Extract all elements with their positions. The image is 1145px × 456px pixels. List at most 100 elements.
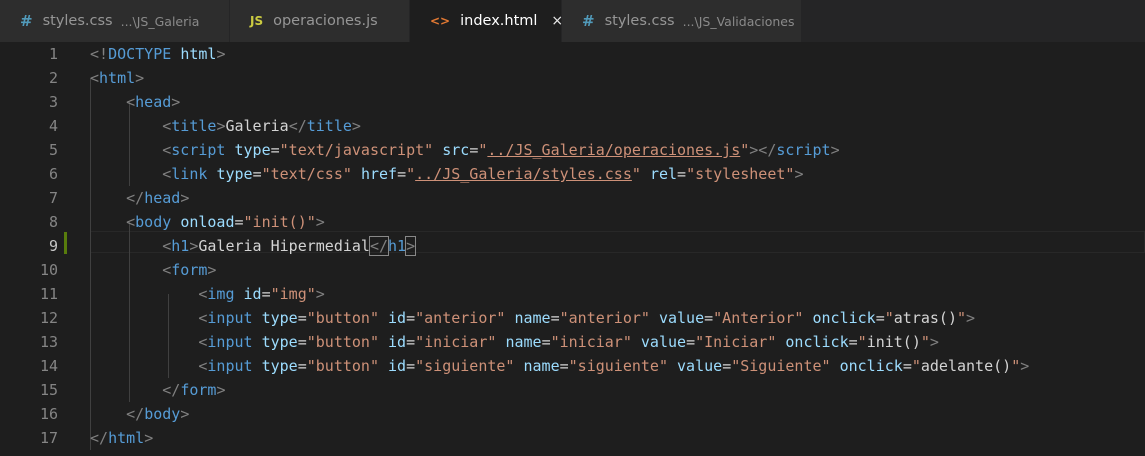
tab-styles-css[interactable]: # styles.css ...\JS_Galeria: [0, 0, 230, 42]
code-token: >: [315, 213, 325, 231]
code-text: <title>Galeria</title>: [90, 114, 361, 138]
code-text: <script type="text/javascript" src="../J…: [90, 138, 839, 162]
code-token: =: [686, 333, 696, 351]
code-token: </: [90, 429, 109, 447]
code-token: href: [360, 165, 398, 183]
code-token: >: [144, 429, 154, 447]
line-number: 4: [48, 117, 58, 135]
code-token: =: [902, 357, 912, 375]
tab-description: ...\JS_Validaciones: [682, 13, 795, 29]
code-token: "Anterior": [713, 309, 804, 327]
editor-tab-bar: # styles.css ...\JS_Galeria JS operaciones.j…: [0, 0, 1145, 42]
code-token: >: [351, 117, 361, 135]
code-token: =: [270, 141, 280, 159]
code-line[interactable]: 1 <!DOCTYPE html>: [0, 42, 1145, 66]
code-token: head: [135, 93, 172, 111]
code-token: type: [234, 141, 271, 159]
code-token: init(): [866, 333, 921, 351]
code-token: =: [234, 213, 244, 231]
code-token: =: [406, 309, 416, 327]
code-token: onload: [180, 213, 235, 231]
code-line[interactable]: 4 <title>Galeria</title>: [0, 114, 1145, 138]
code-token: type: [261, 357, 298, 375]
line-number: 13: [39, 333, 58, 351]
code-token: =: [541, 333, 551, 351]
code-token: Galeria: [225, 117, 289, 135]
code-token: >: [207, 261, 217, 279]
code-line[interactable]: 11 <img id="img">: [0, 282, 1145, 306]
line-number: 9: [48, 237, 58, 255]
code-token: ../JS_Galeria/styles.css: [415, 165, 632, 183]
code-token: >: [315, 285, 325, 303]
tab-index-html[interactable]: <> index.html ×: [410, 0, 563, 42]
code-token: onclick: [812, 309, 876, 327]
code-token: >: [180, 405, 190, 423]
code-token: name: [514, 309, 551, 327]
code-token: >: [929, 333, 939, 351]
code-token: =: [677, 165, 687, 183]
line-number: 10: [39, 261, 58, 279]
code-line[interactable]: 6 <link type="text/css" href="../JS_Gale…: [0, 162, 1145, 186]
code-token: ": [911, 357, 921, 375]
code-token: =: [261, 285, 271, 303]
code-token: "init()": [243, 213, 316, 231]
code-line[interactable]: 7 </head>: [0, 186, 1145, 210]
code-token: =: [469, 141, 479, 159]
code-token: ": [884, 309, 894, 327]
code-editor[interactable]: 1 <!DOCTYPE html> 2 <html> 3 <head> 4 <title>…: [0, 42, 1145, 456]
code-text: <form>: [90, 258, 216, 282]
code-text: </head>: [90, 186, 189, 210]
code-token: id: [388, 309, 407, 327]
tab-operaciones-js[interactable]: JS operaciones.js: [230, 0, 410, 42]
code-token: <: [162, 237, 172, 255]
code-line[interactable]: 14 <input type="button" id="siguiente" n…: [0, 354, 1145, 378]
code-token: </: [126, 405, 145, 423]
code-line[interactable]: 2 <html>: [0, 66, 1145, 90]
code-line[interactable]: 12 <input type="button" id="anterior" na…: [0, 306, 1145, 330]
code-line[interactable]: 3 <head>: [0, 90, 1145, 114]
code-line[interactable]: 13 <input type="button" id="iniciar" nam…: [0, 330, 1145, 354]
code-token: h1: [171, 237, 190, 255]
code-line[interactable]: 16 </body>: [0, 402, 1145, 426]
code-token: id: [388, 357, 407, 375]
code-token: type: [261, 309, 298, 327]
code-token: >: [405, 236, 417, 256]
code-token: "anterior": [415, 309, 506, 327]
code-line[interactable]: 15 </form>: [0, 378, 1145, 402]
code-token: head: [144, 189, 181, 207]
code-line[interactable]: 17 </html>: [0, 426, 1145, 450]
code-token: type: [261, 333, 298, 351]
code-token: rel: [649, 165, 678, 183]
code-token: src: [442, 141, 470, 159]
code-token: <: [162, 261, 172, 279]
code-token: name: [505, 333, 542, 351]
code-line[interactable]: 10 <form>: [0, 258, 1145, 282]
code-token: value: [658, 309, 705, 327]
line-number: 8: [48, 213, 58, 231]
code-line[interactable]: 9 <h1>Galeria Hipermedial</h1>: [0, 234, 1145, 258]
code-token: onclick: [785, 333, 849, 351]
code-token: </: [368, 236, 390, 256]
code-line[interactable]: 8 <body onload="init()">: [0, 210, 1145, 234]
code-token: script: [776, 141, 831, 159]
code-token: body: [144, 405, 181, 423]
code-token: Galeria Hipermedial: [198, 237, 370, 255]
code-token: type: [216, 165, 253, 183]
line-number: 15: [39, 381, 58, 399]
code-line[interactable]: 5 <script type="text/javascript" src="..…: [0, 138, 1145, 162]
tab-styles-css[interactable]: # styles.css ...\JS_Validaciones: [562, 0, 802, 42]
